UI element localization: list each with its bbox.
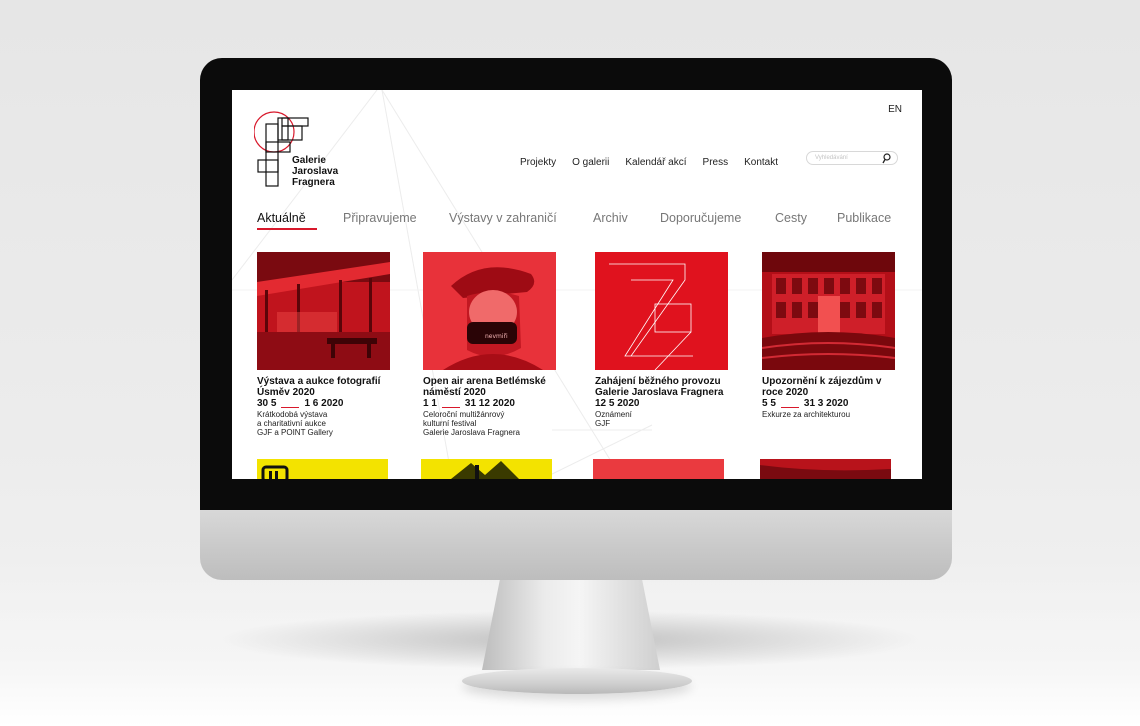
event-card-image-portrait[interactable]: nevmiři — [423, 252, 556, 370]
meta-line: Krátkodobá výstava — [257, 410, 328, 419]
date-range-dash — [780, 407, 799, 408]
nav-item-press[interactable]: Press — [703, 157, 729, 168]
event-card-meta: Celoroční multižánrový kulturní festival… — [423, 410, 556, 437]
event-card[interactable]: Upozornění k zájezdům v roce 2020 5 5 31… — [762, 252, 895, 419]
search-input[interactable]: Vyhledávání — [806, 151, 898, 165]
meta-line: GJF a POINT Gallery — [257, 428, 333, 437]
yellow-graphic-thumbnail — [261, 465, 289, 479]
tab-pripravujeme[interactable]: Připravujeme — [343, 211, 417, 225]
event-card-image-partial[interactable] — [760, 459, 891, 479]
event-card[interactable]: nevmiři Open air arena Betlémské náměstí… — [423, 252, 556, 437]
date-range-dash — [281, 407, 300, 408]
main-navigation: Projekty O galerii Kalendář akcí Press K… — [520, 154, 778, 170]
tab-archiv[interactable]: Archiv — [593, 211, 628, 225]
event-card-image-airport[interactable] — [257, 252, 390, 370]
z-letter-graphic — [595, 252, 728, 370]
event-card-date: 1 1 31 12 2020 — [423, 398, 556, 410]
date-to: 31 12 2020 — [464, 398, 515, 409]
search-icon[interactable] — [881, 153, 891, 164]
photo-airport-interior — [257, 252, 390, 370]
event-card-meta: Krátkodobá výstava a charitativní aukce … — [257, 410, 390, 437]
meta-line: Exkurze za architekturou — [762, 410, 851, 419]
date-from: 30 5 — [257, 398, 277, 409]
search-placeholder: Vyhledávání — [815, 155, 848, 161]
event-card-meta: Exkurze za architekturou — [762, 410, 895, 419]
monitor-stand-base — [462, 668, 692, 694]
logo-line-1: Galerie — [292, 155, 326, 166]
meta-line: Galerie Jaroslava Fragnera — [423, 428, 520, 437]
event-card[interactable]: Zahájení běžného provozu Galerie Jarosla… — [595, 252, 728, 428]
nav-item-kontakt[interactable]: Kontakt — [744, 157, 778, 168]
tab-publikace[interactable]: Publikace — [837, 211, 891, 225]
nav-item-projekty[interactable]: Projekty — [520, 157, 556, 168]
nav-item-o-galerii[interactable]: O galerii — [572, 157, 609, 168]
meta-line: kulturní festival — [423, 419, 477, 428]
event-card-date: 12 5 2020 — [595, 398, 728, 410]
active-tab-underline — [257, 228, 317, 230]
event-card-image-theatre[interactable] — [762, 252, 895, 370]
event-card-title[interactable]: Upozornění k zájezdům v roce 2020 — [762, 376, 895, 398]
event-card-title[interactable]: Open air arena Betlémské náměstí 2020 — [423, 376, 556, 398]
monitor-stand-neck — [482, 580, 660, 670]
yellow-photo-thumbnail — [451, 461, 519, 479]
mask-text: nevmiři — [485, 333, 508, 340]
event-card-title[interactable]: Výstava a aukce fotografií Úsměv 2020 — [257, 376, 390, 398]
event-card[interactable]: Výstava a aukce fotografií Úsměv 2020 30… — [257, 252, 390, 437]
event-card-image-partial[interactable] — [257, 459, 388, 479]
language-switch-en[interactable]: EN — [888, 104, 902, 115]
logo-wordmark: Galerie Jaroslava Fragnera — [292, 155, 338, 188]
red-photo-thumbnail — [760, 465, 891, 479]
tab-vystavy-v-zahranici[interactable]: Výstavy v zahraničí — [449, 211, 557, 225]
gallery-logo[interactable]: Galerie Jaroslava Fragnera — [254, 102, 364, 192]
date-from: 1 1 — [423, 398, 437, 409]
logo-line-2: Jaroslava — [292, 166, 339, 177]
date-from: 5 5 — [762, 398, 776, 409]
website-screen: Galerie Jaroslava Fragnera EN Projekty O… — [232, 90, 922, 479]
tab-doporucujeme[interactable]: Doporučujeme — [660, 211, 741, 225]
meta-line: GJF — [595, 419, 611, 428]
event-card-date: 5 5 31 3 2020 — [762, 398, 895, 410]
event-card-image-partial[interactable] — [421, 459, 552, 479]
meta-line: Celoroční multižánrový — [423, 410, 505, 419]
date-to: 1 6 2020 — [304, 398, 344, 409]
event-card-meta: Oznámení GJF — [595, 410, 728, 428]
tab-aktualne[interactable]: Aktuálně — [257, 211, 306, 225]
event-card-title[interactable]: Zahájení běžného provozu Galerie Jarosla… — [595, 376, 728, 398]
date-range-dash — [441, 407, 460, 408]
date-single: 12 5 2020 — [595, 398, 640, 409]
category-tabs: Aktuálně Připravujeme Výstavy v zahranič… — [232, 211, 922, 233]
meta-line: Oznámení — [595, 410, 632, 419]
photo-theatre-interior — [762, 252, 895, 370]
nav-item-kalendar-akci[interactable]: Kalendář akcí — [625, 157, 686, 168]
monitor-chin — [200, 510, 952, 580]
date-to: 31 3 2020 — [803, 398, 849, 409]
photo-masked-portrait: nevmiři — [423, 252, 556, 370]
logo-line-3: Fragnera — [292, 177, 335, 188]
event-card-date: 30 5 1 6 2020 — [257, 398, 390, 410]
event-card-image-partial[interactable] — [593, 459, 724, 479]
event-card-image-z-graphic[interactable] — [595, 252, 728, 370]
tab-cesty[interactable]: Cesty — [775, 211, 807, 225]
meta-line: a charitativní aukce — [257, 419, 326, 428]
